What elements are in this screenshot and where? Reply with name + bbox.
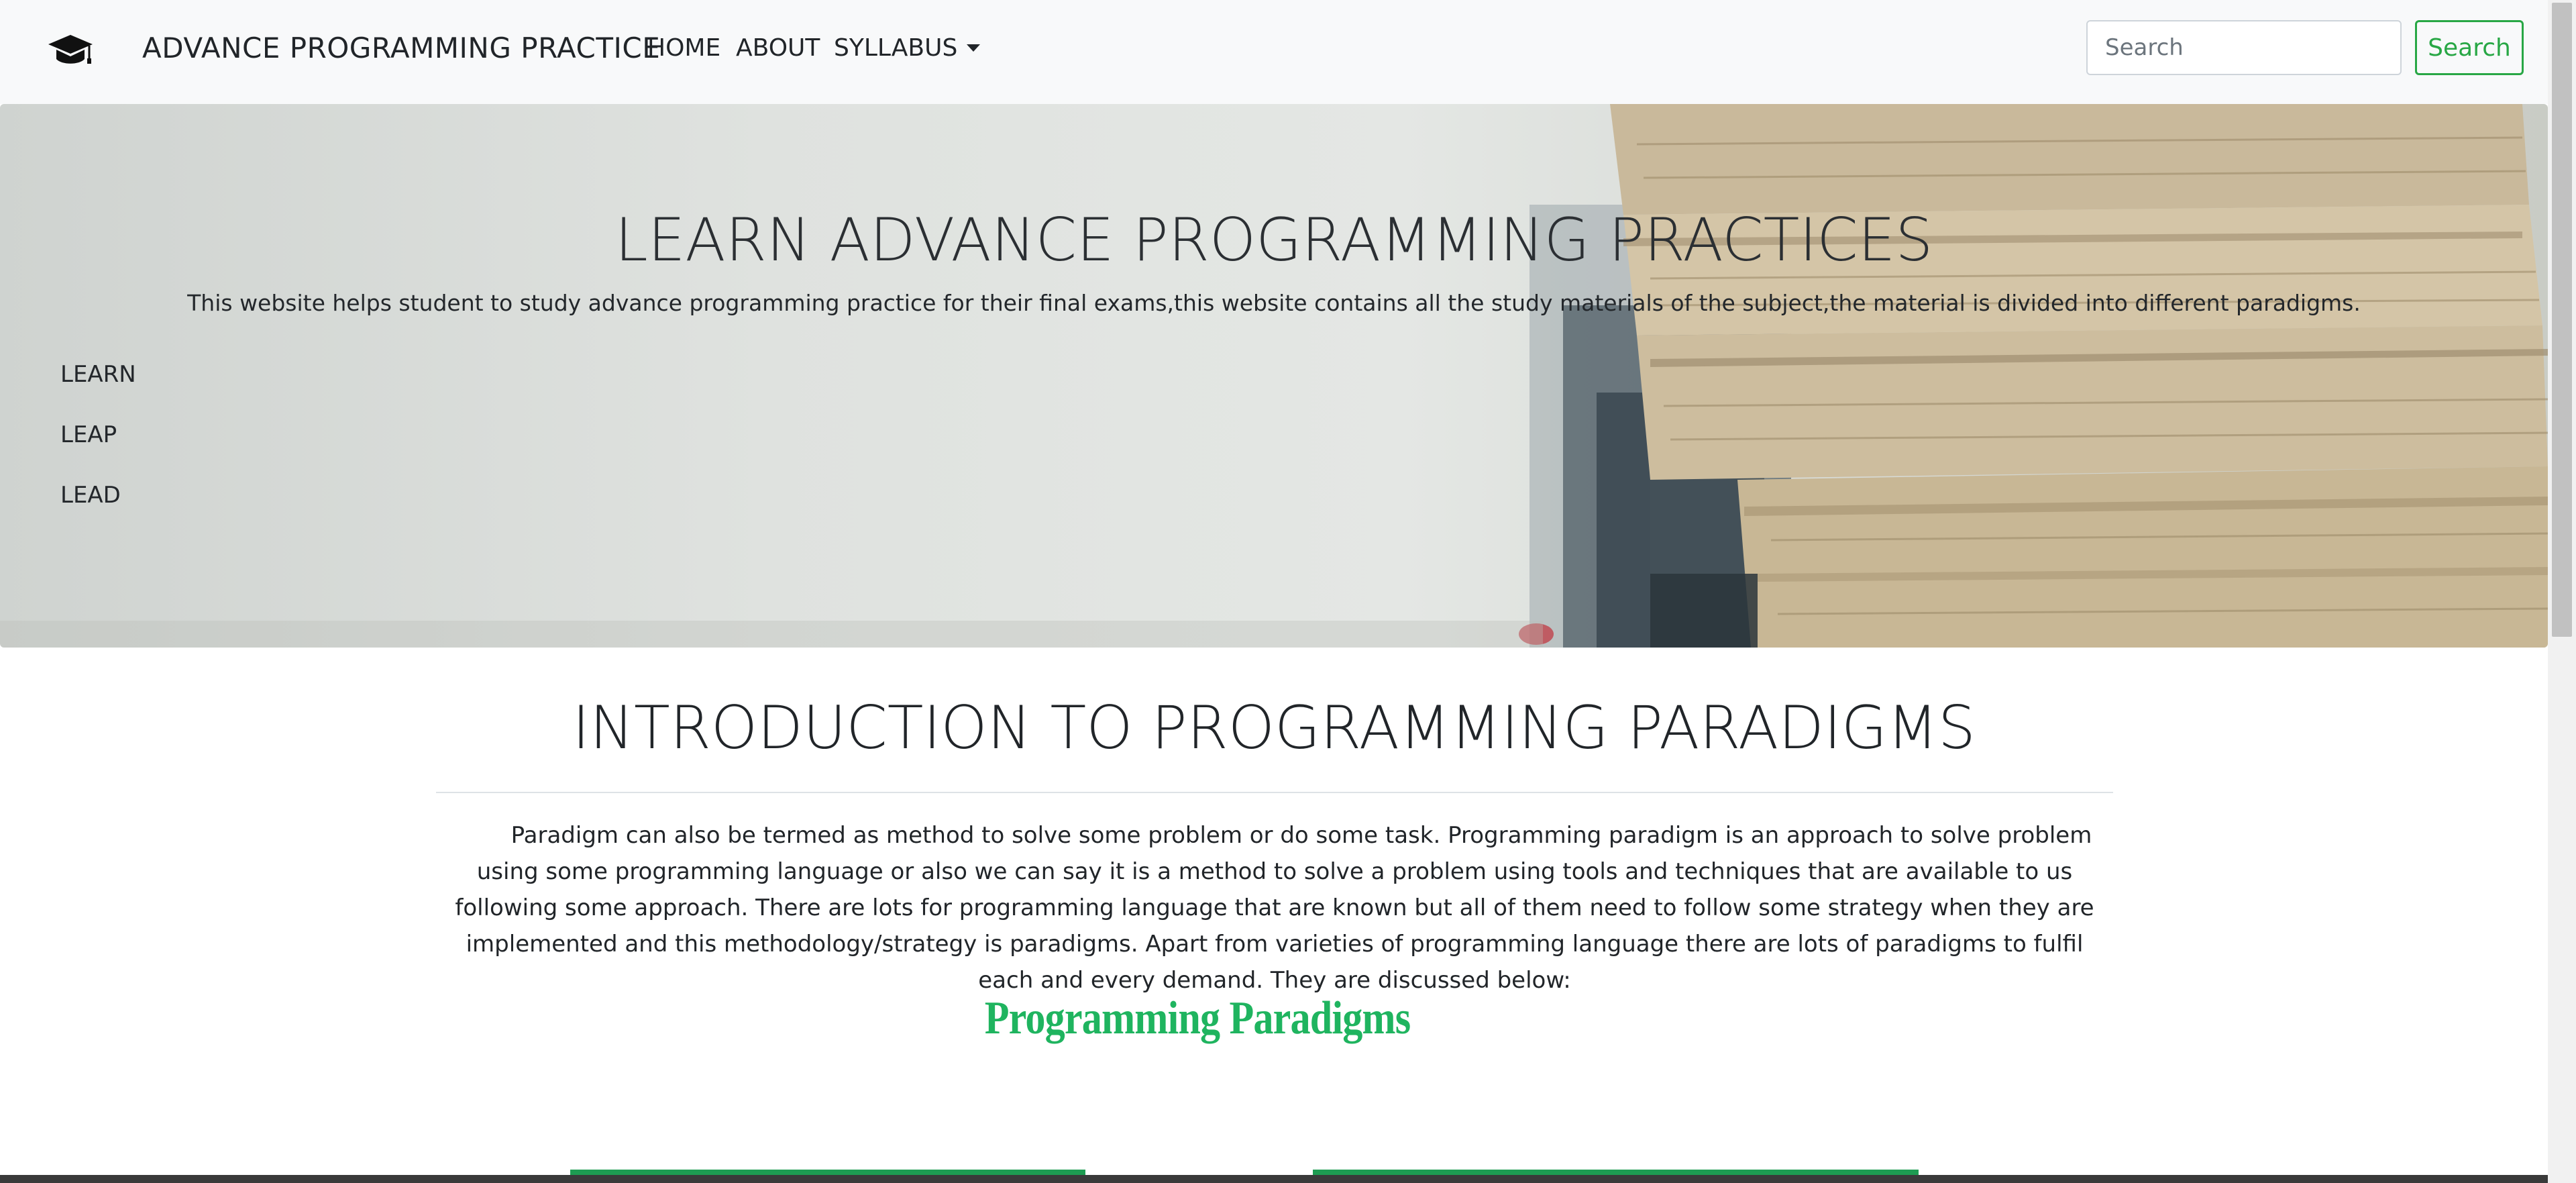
search-input[interactable]: [2086, 20, 2402, 75]
books-background-image: [0, 104, 2548, 648]
hero-banner: LEARN ADVANCE PROGRAMMING PRACTICES This…: [0, 104, 2548, 648]
site-brand[interactable]: ADVANCE PROGRAMMING PRACTICE: [142, 28, 660, 68]
nav-syllabus-label: SYLLABUS: [834, 34, 958, 62]
graduation-cap-icon[interactable]: [47, 30, 94, 70]
hero-item-learn: LEARN: [60, 361, 136, 388]
chevron-down-icon: [967, 44, 981, 52]
hero-item-leap: LEAP: [60, 421, 117, 448]
intro-paragraph: Paradigm can also be termed as method to…: [455, 822, 2094, 994]
nav-about-link[interactable]: ABOUT: [736, 31, 820, 66]
nav-syllabus-dropdown[interactable]: SYLLABUS: [834, 31, 981, 66]
search-button[interactable]: Search: [2415, 20, 2524, 75]
hero-title: LEARN ADVANCE PROGRAMMING PRACTICES: [614, 205, 1933, 274]
paradigms-heading: Programming Paradigms: [984, 992, 1411, 1044]
nav-home-link[interactable]: HOME: [647, 31, 720, 66]
bottom-edge: [0, 1175, 2548, 1183]
hero-item-lead: LEAD: [60, 482, 121, 509]
scrollbar-thumb[interactable]: [2552, 3, 2572, 637]
page-viewport: ADVANCE PROGRAMMING PRACTICE HOME ABOUT …: [0, 0, 2548, 1183]
navbar: ADVANCE PROGRAMMING PRACTICE HOME ABOUT …: [0, 0, 2548, 104]
hero-subtitle: This website helps student to study adva…: [187, 290, 2361, 316]
vertical-scrollbar[interactable]: [2548, 0, 2576, 1183]
section-divider: [436, 792, 2113, 793]
section-title: INTRODUCTION TO PROGRAMMING PARADIGMS: [572, 693, 1976, 762]
